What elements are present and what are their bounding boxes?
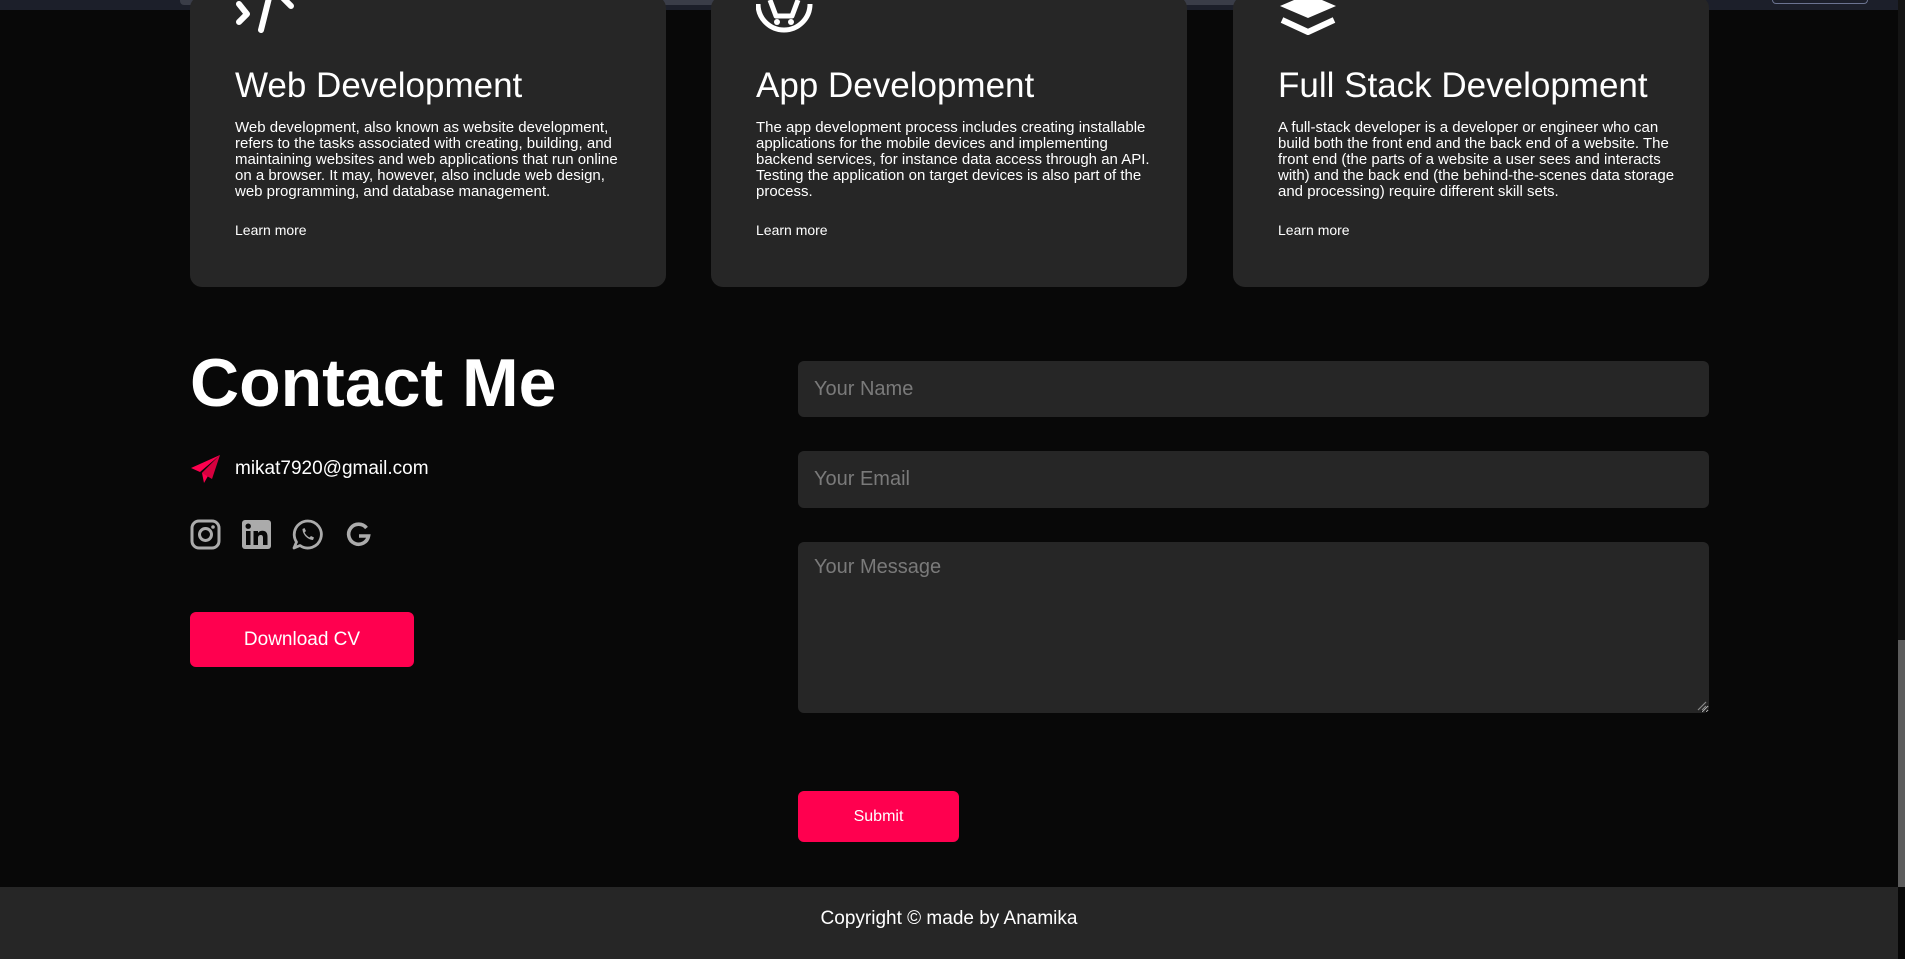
submit-button[interactable]: Submit — [798, 791, 959, 842]
app-icon — [756, 0, 813, 33]
email-input[interactable] — [798, 451, 1709, 508]
code-icon — [236, 0, 294, 33]
layers-icon — [1280, 0, 1336, 35]
service-description: A full-stack developer is a developer or… — [1278, 119, 1675, 200]
learn-more-link[interactable]: Learn more — [1278, 222, 1350, 238]
scrollbar-thumb[interactable] — [1898, 640, 1905, 887]
email-row: mikat7920@gmail.com — [190, 452, 429, 486]
learn-more-link[interactable]: Learn more — [756, 222, 828, 238]
portfolio-page: Web Development Web development, also kn… — [0, 0, 1905, 959]
overlay-button-edge[interactable] — [1772, 0, 1868, 4]
copyright-text: Copyright © made by Anamika — [820, 908, 1078, 929]
service-card-full-stack-development: Full Stack Development A full-stack deve… — [1233, 0, 1709, 287]
service-title: App Development — [756, 66, 1035, 105]
footer: Copyright © made by Anamika — [0, 887, 1898, 959]
linkedin-icon[interactable] — [241, 519, 272, 550]
page-scrollbar[interactable] — [1898, 0, 1905, 887]
google-icon[interactable] — [343, 519, 374, 550]
learn-more-link[interactable]: Learn more — [235, 222, 307, 238]
contact-title: Contact Me — [190, 345, 557, 421]
service-card-app-development: App Development The app development proc… — [711, 0, 1187, 287]
message-textarea[interactable] — [798, 542, 1709, 713]
resize-grip-icon[interactable] — [1697, 701, 1707, 711]
service-title: Web Development — [235, 66, 523, 105]
service-title: Full Stack Development — [1278, 66, 1648, 105]
email-address: mikat7920@gmail.com — [235, 458, 429, 479]
download-cv-button[interactable]: Download CV — [190, 612, 414, 667]
service-description: The app development process includes cre… — [756, 119, 1150, 200]
service-description: Web development, also known as website d… — [235, 119, 618, 200]
social-links — [190, 519, 374, 550]
whatsapp-icon[interactable] — [292, 519, 323, 550]
name-input[interactable] — [798, 361, 1709, 417]
service-card-web-development: Web Development Web development, also kn… — [190, 0, 666, 287]
paper-plane-icon — [191, 455, 220, 483]
instagram-icon[interactable] — [190, 519, 221, 550]
